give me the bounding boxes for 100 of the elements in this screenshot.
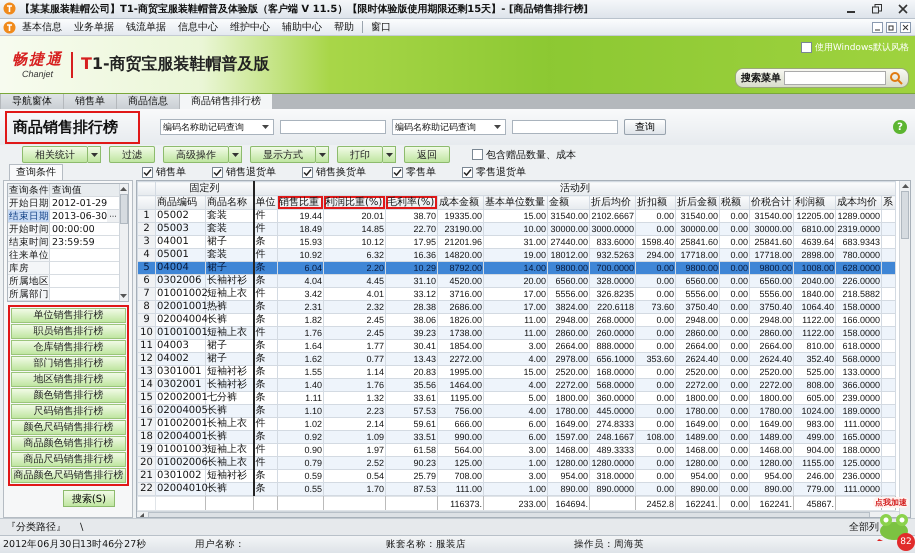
column-header[interactable]: 成本金额 xyxy=(438,196,484,210)
menu-item[interactable]: 辅助中心 xyxy=(276,20,328,34)
report-button[interactable]: 仓库销售排行榜 xyxy=(11,340,126,356)
menu-item[interactable]: 维护中心 xyxy=(224,20,276,34)
table-row[interactable]: 20 01002006长袖上衣 件 0.79 2.52 90.23 125.00 1.00 1280.00 1280.0000 0.00 1280.00 0.00 1280.00 1155.00 125.0000 xyxy=(138,456,896,470)
dropdown[interactable]: 编码名称助记码查询 xyxy=(392,119,506,136)
search-button[interactable]: 搜索(S) xyxy=(62,490,115,508)
table-row[interactable]: 12 04002 裙子 条 1.62 0.77 13.43 2272.00 4.00 2978.00 656.1000 353.60 2624.40 0.00 2624.40 352.40 568.0000 xyxy=(138,352,896,366)
table-row[interactable]: 10 01001001短袖上衣 件 1.76 2.45 39.23 1738.00 11.00 2860.00 260.0000 0.00 2860.00 0.00 2860.00 1122.00 158.0000 xyxy=(138,326,896,340)
column-header[interactable]: 利润额 xyxy=(794,196,836,210)
column-header[interactable]: 基本单位数量 xyxy=(484,196,548,210)
report-button[interactable]: 商品颜色销售排行榜 xyxy=(11,436,126,452)
menu-item[interactable]: 基本信息 xyxy=(16,20,68,34)
scrollbar[interactable] xyxy=(137,511,899,518)
scroll-down-icon[interactable] xyxy=(120,294,128,298)
table-cell: 14.00 xyxy=(523,263,546,274)
condition-label[interactable]: 开始时间 xyxy=(8,223,50,236)
menu-item[interactable]: 信息中心 xyxy=(172,20,224,34)
checkbox[interactable] xyxy=(800,42,812,54)
dropdown[interactable]: 编码名称助记码查询 xyxy=(160,119,274,136)
menu-item[interactable]: 业务单据 xyxy=(68,20,120,34)
table-row[interactable]: 22 02004010长裤 条 0.55 1.70 87.53 111.00 1.00 890.00 890.0000 0.00 890.00 0.00 890.00 779.00 111.0000 xyxy=(138,482,896,496)
browse-button[interactable]: ··· xyxy=(107,210,119,222)
dropdown-button[interactable] xyxy=(88,146,101,164)
column-header[interactable]: 成本均价 xyxy=(836,196,882,210)
checkbox[interactable] xyxy=(472,149,483,160)
scroll-up-icon[interactable] xyxy=(902,184,908,188)
restore-icon[interactable] xyxy=(886,22,897,33)
table-row[interactable]: 5 04004 裙子 条 6.04 2.20 10.29 8792.00 14.00 9800.00 700.0000 0.00 9800.00 0.00 9800.00 1008.00 628.0000 xyxy=(138,262,896,275)
column-header[interactable]: 商品名称 xyxy=(206,196,254,210)
table-cell: 1780.00 xyxy=(685,406,718,416)
column-header[interactable]: 折后均价 xyxy=(590,196,636,210)
scroll-thumb[interactable] xyxy=(901,191,909,240)
condition-label[interactable]: 往来单位 xyxy=(8,249,50,262)
report-button[interactable]: 尺码销售排行榜 xyxy=(11,404,126,420)
toolbar-button[interactable]: 打印 xyxy=(337,146,383,164)
scroll-up-icon[interactable] xyxy=(120,187,128,192)
tab[interactable]: 商品销售排行榜 xyxy=(180,94,272,110)
tab[interactable]: 销售单 xyxy=(64,94,116,110)
table-row[interactable]: 6 0302006 长袖衬衫 条 4.04 4.45 31.10 4520.00 20.00 6560.00 328.0000 0.00 6560.00 0.00 6560.00 2040.00 226.0000 xyxy=(138,274,896,288)
checkbox[interactable] xyxy=(212,166,223,178)
condition-label[interactable]: 所属地区 xyxy=(8,275,50,288)
dropdown-button[interactable] xyxy=(229,146,242,164)
report-button[interactable]: 地区销售排行榜 xyxy=(11,372,126,388)
column-header[interactable]: 税额 xyxy=(720,196,750,210)
query-button[interactable]: 查询 xyxy=(624,119,666,136)
table-row[interactable]: 16 02004005长裤 条 1.10 2.23 57.53 756.00 4.00 1780.00 445.0000 0.00 1780.00 0.00 1780.00 1024.00 189.0000 xyxy=(138,404,896,418)
report-button[interactable]: 商品尺码销售排行榜 xyxy=(11,452,126,468)
condition-label[interactable]: 结束时间 xyxy=(8,236,50,248)
scroll-left-icon[interactable] xyxy=(140,512,144,518)
restore-icon[interactable] xyxy=(871,2,883,15)
condition-label[interactable]: 所属部门 xyxy=(8,288,50,300)
input-field[interactable] xyxy=(280,120,386,134)
condition-label[interactable]: 开始日期 xyxy=(8,197,50,210)
checkbox[interactable] xyxy=(392,166,403,178)
search-icon[interactable] xyxy=(889,70,903,85)
toolbar-button[interactable]: 过滤 xyxy=(109,146,155,164)
checkbox[interactable] xyxy=(462,166,473,178)
tab[interactable]: 商品信息 xyxy=(117,94,179,110)
toolbar-button[interactable]: 显示方式 xyxy=(250,146,316,164)
dropdown-button[interactable] xyxy=(316,146,329,164)
close-icon[interactable] xyxy=(897,2,909,15)
all-list-link[interactable]: 全部列 xyxy=(849,520,879,534)
condition-label[interactable]: 结束日期 xyxy=(8,210,50,222)
toolbar-button[interactable]: 高级操作 xyxy=(163,146,229,164)
column-header[interactable]: 金额 xyxy=(548,196,590,210)
close-icon[interactable] xyxy=(900,22,911,33)
report-button[interactable]: 单位销售排行榜 xyxy=(11,308,126,324)
column-header[interactable]: 折后金额 xyxy=(676,196,720,210)
menu-item[interactable]: 钱流单据 xyxy=(120,20,172,34)
tab[interactable]: 导航窗体 xyxy=(1,94,63,110)
input-field[interactable] xyxy=(512,120,618,134)
menu-item[interactable]: 窗口 xyxy=(365,20,397,34)
condition-label[interactable]: 库房 xyxy=(8,262,50,274)
table-row[interactable]: 18 02004001长裤 条 0.92 1.09 33.51 990.00 6.00 1597.00 248.1667 108.00 1489.00 0.00 1489.00 499.00 165.0000 xyxy=(138,430,896,444)
scroll-thumb[interactable] xyxy=(120,194,128,224)
report-button[interactable]: 部门销售排行榜 xyxy=(11,356,126,372)
speed-up-label[interactable]: 点我加速 xyxy=(873,497,909,508)
column-header[interactable]: 折扣额 xyxy=(636,196,676,210)
report-button[interactable]: 商品颜色尺码销售排行榜 xyxy=(11,468,126,484)
search-field[interactable] xyxy=(784,70,886,85)
column-header[interactable]: 价税合计 xyxy=(750,196,794,210)
scrollbar[interactable] xyxy=(899,181,910,518)
minimize-icon[interactable] xyxy=(872,22,883,33)
panel-tab[interactable]: 查询条件 xyxy=(9,164,63,180)
toolbar-button[interactable]: 相关统计 xyxy=(22,146,88,164)
column-header[interactable]: 商品编码 xyxy=(156,196,206,210)
table-row[interactable]: 4 05001 套装 件 10.92 6.32 16.36 14820.00 19.00 18012.00 932.5263 294.00 17718.00 0.00 17718.00 2898.00 780.0000 xyxy=(138,248,896,262)
report-button[interactable]: 颜色尺码销售排行榜 xyxy=(11,420,126,436)
table-row[interactable]: 2 05003 套装 件 18.49 14.85 22.70 23190.00 10.00 30000.00 3000.0000 0.00 30000.00 0.00 30000.00 6810.00 2319.0000 xyxy=(138,222,896,236)
scrollbar[interactable] xyxy=(118,184,128,302)
report-button[interactable]: 职员销售排行榜 xyxy=(11,324,126,340)
dropdown-button[interactable] xyxy=(383,146,396,164)
report-button[interactable]: 颜色销售排行榜 xyxy=(11,388,126,404)
table-row[interactable]: 8 02001001热裤 条 2.31 2.32 28.38 2686.00 17.00 3824.00 220.6118 73.60 3750.40 0.00 3750.40 1064.40 158.0000 xyxy=(138,300,896,314)
toolbar-button[interactable]: 返回 xyxy=(404,146,450,164)
checkbox[interactable] xyxy=(302,166,313,178)
menu-item[interactable]: 帮助 xyxy=(328,20,360,34)
checkbox[interactable] xyxy=(142,166,153,178)
table-row[interactable]: 14 0302001 长袖衬衫 条 1.40 1.76 35.56 1464.00 4.00 2272.00 568.0000 0.00 2272.00 0.00 2272.00 808.00 366.0000 xyxy=(138,378,896,392)
